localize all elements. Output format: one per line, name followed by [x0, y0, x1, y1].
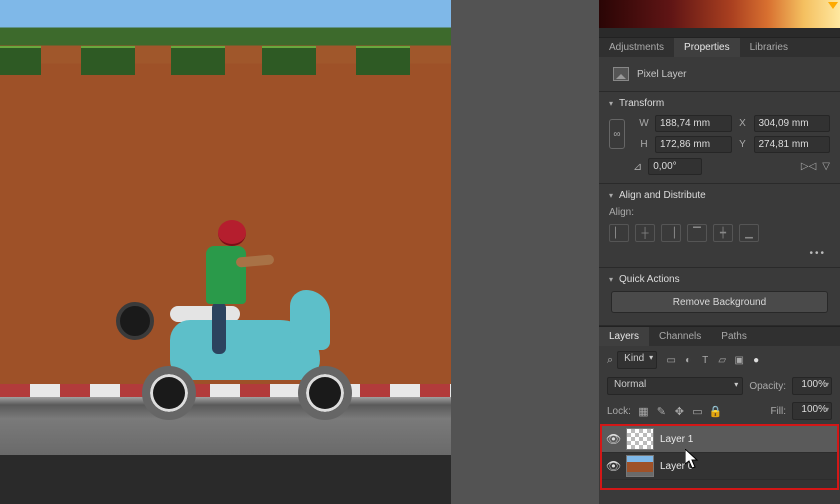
layers-tabbar: Layers Channels Paths: [599, 326, 840, 346]
lock-transparency-icon[interactable]: ▦: [637, 405, 650, 418]
right-panel-stack: Adjustments Properties Libraries Pixel L…: [599, 0, 840, 504]
pixel-layer-icon: [613, 67, 629, 81]
x-label: X: [736, 118, 750, 129]
layers-panel: Layers Channels Paths ⌕ Kind ▭ ◐ T ▱ ▣ ●…: [599, 326, 840, 504]
document-image: [0, 0, 451, 455]
quick-actions-title: Quick Actions: [619, 274, 680, 285]
filter-shape-icon[interactable]: ▱: [716, 354, 728, 366]
histogram-preview: [599, 0, 840, 28]
filter-toggle-icon[interactable]: ●: [750, 354, 762, 366]
filter-smart-icon[interactable]: ▣: [733, 354, 745, 366]
y-field[interactable]: 274,81 mm: [754, 136, 831, 153]
lock-artboard-icon[interactable]: ▭: [691, 405, 704, 418]
tab-channels[interactable]: Channels: [649, 327, 711, 346]
properties-tabbar: Adjustments Properties Libraries: [599, 37, 840, 57]
fill-label: Fill:: [770, 406, 786, 417]
chevron-down-icon[interactable]: ▾: [609, 275, 613, 284]
align-title: Align and Distribute: [619, 190, 706, 201]
visibility-eye-icon[interactable]: 👁: [606, 459, 620, 473]
remove-background-button[interactable]: Remove Background: [611, 291, 828, 313]
filter-pixel-icon[interactable]: ▭: [665, 354, 677, 366]
layer-row[interactable]: 👁 Layer 0: [602, 453, 837, 480]
align-right-button[interactable]: ▕: [661, 224, 681, 242]
height-field[interactable]: 172,86 mm: [655, 136, 732, 153]
flip-horizontal-icon[interactable]: ▷◁: [801, 161, 816, 172]
transform-section: ▾ Transform ∞ W 188,74 mm X 304,09 mm H …: [599, 92, 840, 184]
layer-thumbnail[interactable]: [626, 428, 654, 450]
layer-name-label[interactable]: Layer 1: [660, 434, 693, 445]
align-hcenter-button[interactable]: ┼: [635, 224, 655, 242]
chevron-down-icon[interactable]: ▾: [609, 191, 613, 200]
align-sub-label: Align:: [609, 207, 830, 218]
link-wh-icon[interactable]: ∞: [609, 119, 625, 149]
layer-name-label[interactable]: Layer 0: [660, 461, 693, 472]
tab-properties[interactable]: Properties: [674, 38, 740, 57]
align-top-button[interactable]: ▔: [687, 224, 707, 242]
layer-thumbnail[interactable]: [626, 455, 654, 477]
pixel-layer-indicator: Pixel Layer: [599, 57, 840, 92]
w-label: W: [637, 118, 651, 129]
tab-layers[interactable]: Layers: [599, 327, 649, 346]
align-vcenter-button[interactable]: ┿: [713, 224, 733, 242]
search-icon[interactable]: ⌕: [607, 354, 613, 367]
align-section: ▾ Align and Distribute Align: ▏ ┼ ▕ ▔ ┿ …: [599, 184, 840, 268]
fill-field[interactable]: 100%: [792, 402, 832, 420]
angle-field[interactable]: 0,00°: [648, 158, 702, 175]
visibility-eye-icon[interactable]: 👁: [606, 432, 620, 446]
layers-list-highlighted: 👁 Layer 1 👁 Layer 0: [600, 424, 839, 490]
tab-libraries[interactable]: Libraries: [740, 38, 798, 57]
lock-brush-icon[interactable]: ✎: [655, 405, 668, 418]
layer-row[interactable]: 👁 Layer 1: [602, 426, 837, 453]
transform-title: Transform: [619, 98, 664, 109]
y-label: Y: [736, 139, 750, 150]
angle-icon: ⊿: [633, 160, 642, 173]
lock-all-icon[interactable]: 🔒: [709, 405, 722, 418]
filter-type-icon[interactable]: T: [699, 354, 711, 366]
canvas-area[interactable]: [0, 0, 451, 504]
opacity-field[interactable]: 100%: [792, 377, 832, 395]
lock-label: Lock:: [607, 406, 631, 417]
chevron-down-icon[interactable]: ▾: [609, 99, 613, 108]
width-field[interactable]: 188,74 mm: [655, 115, 732, 132]
pixel-layer-label: Pixel Layer: [637, 69, 686, 80]
filter-kind-select[interactable]: Kind: [617, 351, 657, 369]
quick-actions-section: ▾ Quick Actions Remove Background: [599, 268, 840, 326]
filter-adjust-icon[interactable]: ◐: [682, 354, 694, 366]
opacity-label: Opacity:: [749, 381, 786, 392]
align-bottom-button[interactable]: ▁: [739, 224, 759, 242]
x-field[interactable]: 304,09 mm: [754, 115, 831, 132]
tab-adjustments[interactable]: Adjustments: [599, 38, 674, 57]
align-left-button[interactable]: ▏: [609, 224, 629, 242]
h-label: H: [637, 139, 651, 150]
lock-position-icon[interactable]: ✥: [673, 405, 686, 418]
blend-mode-select[interactable]: Normal: [607, 377, 743, 395]
tab-paths[interactable]: Paths: [711, 327, 757, 346]
flip-vertical-icon[interactable]: ▽: [822, 161, 830, 172]
more-options-icon[interactable]: •••: [609, 244, 830, 259]
